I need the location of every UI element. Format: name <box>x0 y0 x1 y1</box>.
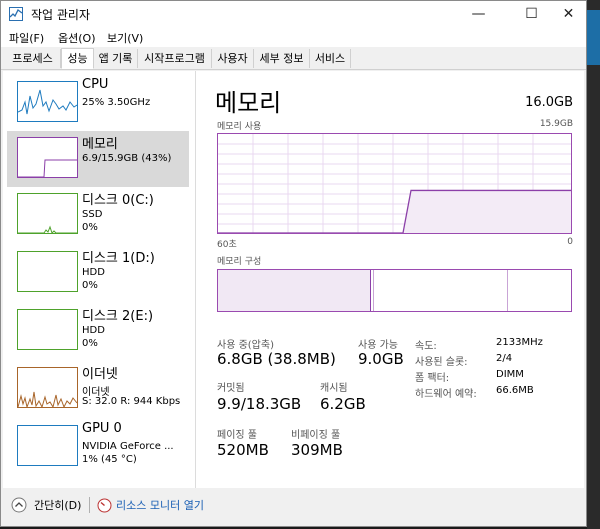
tab-performance[interactable]: 성능 <box>61 48 94 69</box>
speed-label: 속도: <box>415 341 437 352</box>
sidebar-ethernet-name: 이더넷 <box>82 367 118 382</box>
sidebar-item-disk-2[interactable]: 디스크 2(E:) HDD 0% <box>7 303 189 359</box>
sidebar-ethernet-throughput: S: 32.0 R: 944 Kbps <box>82 396 181 407</box>
graph-axis-left: 60초 <box>217 240 237 250</box>
close-button[interactable]: ✕ <box>546 1 591 27</box>
composition-modified <box>373 270 374 311</box>
sidebar-item-disk-1[interactable]: 디스크 1(D:) HDD 0% <box>7 245 189 301</box>
sidebar-disk-2-usage: 0% <box>82 338 98 349</box>
form-factor-label: 폼 팩터: <box>415 373 450 384</box>
committed-value: 9.9/18.3GB <box>217 395 302 413</box>
disk-1-thumbnail <box>17 251 78 292</box>
title-bar: 작업 관리자 — ☐ ✕ <box>1 1 586 27</box>
tab-app-history[interactable]: 앱 기록 <box>94 49 138 68</box>
cached-value: 6.2GB <box>320 395 366 413</box>
sidebar-gpu-name: GPU 0 <box>82 421 122 436</box>
tab-services[interactable]: 서비스 <box>310 49 351 68</box>
sidebar-disk-0-usage: 0% <box>82 222 98 233</box>
memory-total: 16.0GB <box>525 95 573 110</box>
sidebar-disk-0-type: SSD <box>82 209 103 220</box>
sidebar-disk-1-name: 디스크 1(D:) <box>82 251 155 266</box>
sidebar-disk-0-name: 디스크 0(C:) <box>82 193 154 208</box>
window-title: 작업 관리자 <box>31 8 91 22</box>
tab-startup[interactable]: 시작프로그램 <box>138 49 212 68</box>
minimize-button[interactable]: — <box>456 1 501 27</box>
footer-divider <box>89 497 90 513</box>
disk-2-thumbnail <box>17 309 78 350</box>
nonpaged-pool-label: 비페이징 풀 <box>291 430 341 441</box>
gpu-thumbnail <box>17 425 78 466</box>
sidebar-disk-2-name: 디스크 2(E:) <box>82 309 154 324</box>
committed-label: 커밋됨 <box>217 383 245 394</box>
in-use-label: 사용 중(압축) <box>217 340 274 351</box>
chevron-up-icon <box>11 497 27 513</box>
speed-value: 2133MHz <box>496 337 543 348</box>
sidebar-disk-1-usage: 0% <box>82 280 98 291</box>
tab-strip: 프로세스 성능 앱 기록 시작프로그램 사용자 세부 정보 서비스 <box>1 47 586 70</box>
sidebar-gpu-model: NVIDIA GeForce ... <box>82 441 174 452</box>
paged-pool-label: 페이징 풀 <box>217 430 257 441</box>
fewer-details-label: 간단히(D) <box>34 499 82 512</box>
disk-0-thumbnail <box>17 193 78 234</box>
resource-sidebar: CPU 25% 3.50GHz 메모리 6.9/15.9GB (43%) 디스크… <box>3 71 196 488</box>
resource-monitor-icon <box>97 498 112 512</box>
memory-usage-max: 15.9GB <box>539 119 573 129</box>
task-manager-window: 작업 관리자 — ☐ ✕ 파일(F) 옵션(O) 보기(V) 프로세스 성능 앱… <box>0 0 587 527</box>
slots-value: 2/4 <box>496 353 513 364</box>
performance-panel: CPU 25% 3.50GHz 메모리 6.9/15.9GB (43%) 디스크… <box>3 71 584 488</box>
sidebar-disk-2-type: HDD <box>82 325 105 336</box>
composition-in-use <box>218 270 371 311</box>
cached-label: 캐시됨 <box>320 383 348 394</box>
sidebar-cpu-usage: 25% 3.50GHz <box>82 97 151 108</box>
composition-standby <box>507 270 508 311</box>
in-use-value: 6.8GB (38.8MB) <box>217 350 336 368</box>
sidebar-item-ethernet[interactable]: 이더넷 이더넷 S: 32.0 R: 944 Kbps <box>7 361 189 417</box>
hardware-reserved-label: 하드웨어 예약: <box>415 389 477 400</box>
cpu-thumbnail <box>17 81 78 122</box>
sidebar-disk-1-type: HDD <box>82 267 105 278</box>
hardware-reserved-value: 66.6MB <box>496 385 534 396</box>
page-title: 메모리 <box>215 89 282 117</box>
form-factor-value: DIMM <box>496 369 524 380</box>
slots-label: 사용된 슬롯: <box>415 357 468 368</box>
nonpaged-pool-value: 309MB <box>291 441 343 459</box>
menu-options[interactable]: 옵션(O) <box>58 30 95 46</box>
graph-axis-right: 0 <box>567 237 573 247</box>
sidebar-gpu-usage: 1% (45 °C) <box>82 454 137 465</box>
sidebar-cpu-name: CPU <box>82 77 109 92</box>
sidebar-item-gpu[interactable]: GPU 0 NVIDIA GeForce ... 1% (45 °C) <box>7 419 189 475</box>
footer-bar: 간단히(D) 리소스 모니터 열기 <box>1 488 586 526</box>
memory-composition-label: 메모리 구성 <box>217 257 262 267</box>
menu-bar: 파일(F) 옵션(O) 보기(V) <box>1 27 586 47</box>
sidebar-memory-name: 메모리 <box>82 137 118 152</box>
memory-detail: 메모리 16.0GB 메모리 사용 15.9GB 60초 0 메모리 구성 사용… <box>211 71 581 488</box>
fewer-details-button[interactable]: 간단히(D) <box>11 497 81 513</box>
memory-composition-bar <box>217 269 572 312</box>
menu-file[interactable]: 파일(F) <box>9 30 44 46</box>
available-value: 9.0GB <box>358 350 404 368</box>
tab-users[interactable]: 사용자 <box>212 49 254 68</box>
memory-usage-label: 메모리 사용 <box>217 122 262 132</box>
sidebar-item-memory[interactable]: 메모리 6.9/15.9GB (43%) <box>7 131 189 187</box>
open-resource-monitor-link[interactable]: 리소스 모니터 열기 <box>97 497 204 513</box>
available-label: 사용 가능 <box>358 340 398 351</box>
memory-usage-area <box>218 190 571 233</box>
memory-usage-plot <box>218 134 571 233</box>
tab-details[interactable]: 세부 정보 <box>254 49 310 68</box>
memory-usage-graph <box>217 133 572 234</box>
sidebar-memory-usage: 6.9/15.9GB (43%) <box>82 153 172 164</box>
sidebar-item-disk-0[interactable]: 디스크 0(C:) SSD 0% <box>7 187 189 243</box>
tab-processes[interactable]: 프로세스 <box>5 49 61 68</box>
paged-pool-value: 520MB <box>217 441 269 459</box>
sidebar-item-cpu[interactable]: CPU 25% 3.50GHz <box>7 75 189 131</box>
resource-monitor-label: 리소스 모니터 열기 <box>116 499 204 512</box>
task-manager-icon <box>9 7 23 21</box>
menu-view[interactable]: 보기(V) <box>107 30 143 46</box>
memory-thumbnail <box>17 137 78 178</box>
ethernet-thumbnail <box>17 367 78 408</box>
